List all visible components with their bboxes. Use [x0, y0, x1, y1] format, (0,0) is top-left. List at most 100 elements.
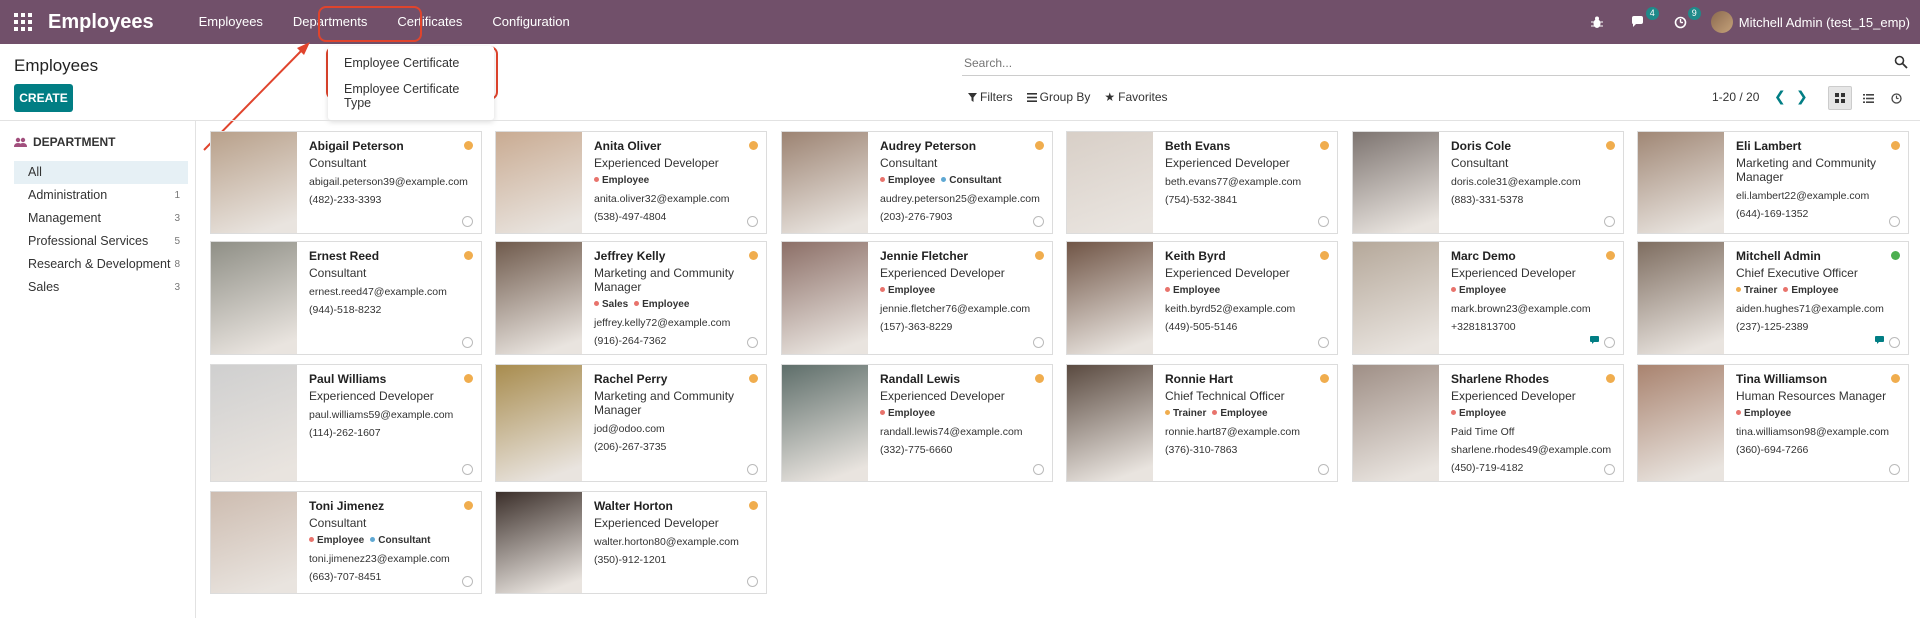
employee-card[interactable]: Rachel Perry Marketing and Community Mana… [495, 364, 767, 482]
chat-bubble-icon[interactable] [1590, 336, 1601, 348]
chat-bubble-icon[interactable] [1875, 336, 1886, 348]
list-view-icon[interactable] [1856, 86, 1880, 110]
sidebar-item-label: Professional Services [28, 234, 149, 248]
employee-name: Abigail Peterson [309, 139, 404, 153]
activity-clock-icon[interactable] [1033, 464, 1044, 475]
sidebar-item-management[interactable]: Management 3 [14, 207, 188, 230]
menu-employees[interactable]: Employees [184, 0, 278, 44]
search-input[interactable] [962, 52, 1862, 74]
activity-clock-icon[interactable] [1318, 464, 1329, 475]
employee-card-body: Rachel Perry Marketing and Community Mana… [594, 372, 750, 453]
activity-clock-icon[interactable] [747, 337, 758, 348]
activity-clock-icon[interactable] [1318, 337, 1329, 348]
activity-clock-icon[interactable] [747, 576, 758, 587]
employee-card[interactable]: Marc Demo Experienced Developer Employee ma… [1352, 241, 1624, 355]
activity-clock-icon[interactable] [747, 464, 758, 475]
employee-contact-line: (350)-912-1201 [594, 554, 667, 566]
activity-clock-icon[interactable] [462, 464, 473, 475]
employee-card[interactable]: Eli Lambert Marketing and Community Manag… [1637, 131, 1909, 234]
activity-icon[interactable]: 9 [1669, 7, 1701, 34]
employee-card[interactable]: Ernest Reed Consultant ernest.reed47@examp… [210, 241, 482, 355]
favorites-button[interactable]: ★ Favorites [1104, 90, 1167, 104]
sidebar-item-professional-services[interactable]: Professional Services 5 [14, 230, 188, 253]
sidebar-item-administration[interactable]: Administration 1 [14, 184, 188, 207]
tag-color-dot [1165, 287, 1170, 292]
employee-card-body: Audrey Peterson Consultant Employee Consult… [880, 139, 1040, 223]
employee-name: Ronnie Hart [1165, 372, 1234, 386]
presence-status-icon [749, 501, 758, 510]
employee-card[interactable]: Randall Lewis Experienced Developer Employ… [781, 364, 1053, 482]
activity-clock-icon[interactable] [1889, 337, 1900, 348]
tag-label: Employee [1220, 408, 1268, 419]
employee-tags: Employee Consultant [880, 175, 1036, 187]
activity-view-icon[interactable] [1884, 86, 1908, 110]
employee-name: Eli Lambert [1736, 139, 1802, 153]
chat-badge: 4 [1645, 7, 1659, 20]
employee-card[interactable]: Sharlene Rhodes Experienced Developer Empl… [1352, 364, 1624, 482]
employee-card[interactable]: Toni Jimenez Consultant Employee Consultant… [210, 491, 482, 594]
activity-clock-icon[interactable] [462, 576, 473, 587]
activity-clock-icon[interactable] [1033, 216, 1044, 227]
activity-clock-icon[interactable] [1318, 216, 1329, 227]
activity-clock-icon[interactable] [1604, 216, 1615, 227]
user-menu[interactable]: Mitchell Admin (test_15_emp) [1739, 15, 1910, 30]
kanban-view-icon[interactable] [1828, 86, 1852, 110]
employee-card[interactable]: Audrey Peterson Consultant Employee Consult… [781, 131, 1053, 234]
user-avatar[interactable] [1710, 11, 1733, 33]
top-navbar: Employees Employees Departments Certific… [0, 0, 1920, 44]
tag-color-dot [309, 537, 314, 542]
employee-tag: Employee [1451, 408, 1506, 419]
employee-card[interactable]: Paul Williams Experienced Developer paul.w… [210, 364, 482, 482]
employee-card[interactable]: Tina Williamson Human Resources Manager Em… [1637, 364, 1909, 482]
employee-card[interactable]: Doris Cole Consultant doris.cole31@example… [1352, 131, 1624, 234]
pager-value[interactable]: 1-20 / 20 [1712, 90, 1759, 104]
presence-status-icon [1035, 141, 1044, 150]
employee-card[interactable]: Keith Byrd Experienced Developer Employee k… [1066, 241, 1338, 355]
group-by-button[interactable]: Group By [1026, 90, 1090, 104]
sidebar-item-count: 1 [174, 190, 180, 201]
employee-contact-line: paul.williams59@example.com [309, 409, 454, 421]
pager-next-icon[interactable]: ❯ [1796, 88, 1808, 105]
employee-card-body: Ronnie Hart Chief Technical Officer Traine… [1165, 372, 1321, 456]
employee-card[interactable]: Beth Evans Experienced Developer beth.evan… [1066, 131, 1338, 234]
pager-previous-icon[interactable]: ❮ [1774, 88, 1786, 105]
employee-card[interactable]: Jennie Fletcher Experienced Developer Empl… [781, 241, 1053, 355]
search-options: Filters Group By ★ Favorites [968, 90, 1168, 104]
presence-status-icon [464, 141, 473, 150]
sidebar-item-sales[interactable]: Sales 3 [14, 276, 188, 299]
employee-card[interactable]: Mitchell Admin Chief Executive Officer Tra… [1637, 241, 1909, 355]
activity-clock-icon[interactable] [1889, 216, 1900, 227]
tag-color-dot [1212, 410, 1218, 415]
tag-color-dot [1451, 410, 1456, 415]
chat-icon[interactable]: 4 [1627, 7, 1659, 34]
dropdown-item-employee-certificate-type[interactable]: Employee Certificate Type [328, 76, 494, 116]
dropdown-item-employee-certificate[interactable]: Employee Certificate [328, 50, 494, 76]
activity-clock-icon[interactable] [1033, 337, 1044, 348]
employee-card[interactable]: Ronnie Hart Chief Technical Officer Traine… [1066, 364, 1338, 482]
employee-name: Paul Williams [309, 372, 387, 386]
sidebar-item-all[interactable]: All [14, 161, 188, 184]
employee-card[interactable]: Anita Oliver Experienced Developer Employe… [495, 131, 767, 234]
activity-clock-icon[interactable] [747, 216, 758, 227]
employee-card[interactable]: Jeffrey Kelly Marketing and Community Man… [495, 241, 767, 355]
employee-card-body: Randall Lewis Experienced Developer Employ… [880, 372, 1036, 456]
employee-card-body: Ernest Reed Consultant ernest.reed47@examp… [309, 249, 465, 316]
employee-contact-line: sharlene.rhodes49@example.com [1451, 444, 1612, 456]
menu-configuration[interactable]: Configuration [477, 0, 584, 44]
activity-clock-icon[interactable] [462, 337, 473, 348]
employee-card[interactable]: Abigail Peterson Consultant abigail.peters… [210, 131, 482, 234]
activity-clock-icon[interactable] [462, 216, 473, 227]
filters-button[interactable]: Filters [968, 90, 1013, 104]
tag-color-dot [1451, 287, 1456, 292]
app-grid-icon[interactable] [12, 11, 34, 33]
create-button[interactable]: CREATE [14, 84, 73, 112]
activity-clock-icon[interactable] [1604, 464, 1615, 475]
employee-card-body: Anita Oliver Experienced Developer Employe… [594, 139, 750, 223]
app-title[interactable]: Employees [48, 11, 154, 34]
sidebar-item-research-development[interactable]: Research & Development 8 [14, 253, 188, 276]
search-icon[interactable] [1894, 55, 1908, 69]
activity-clock-icon[interactable] [1604, 337, 1615, 348]
employee-card[interactable]: Walter Horton Experienced Developer walter… [495, 491, 767, 594]
activity-clock-icon[interactable] [1889, 464, 1900, 475]
bug-icon[interactable] [1585, 10, 1609, 34]
